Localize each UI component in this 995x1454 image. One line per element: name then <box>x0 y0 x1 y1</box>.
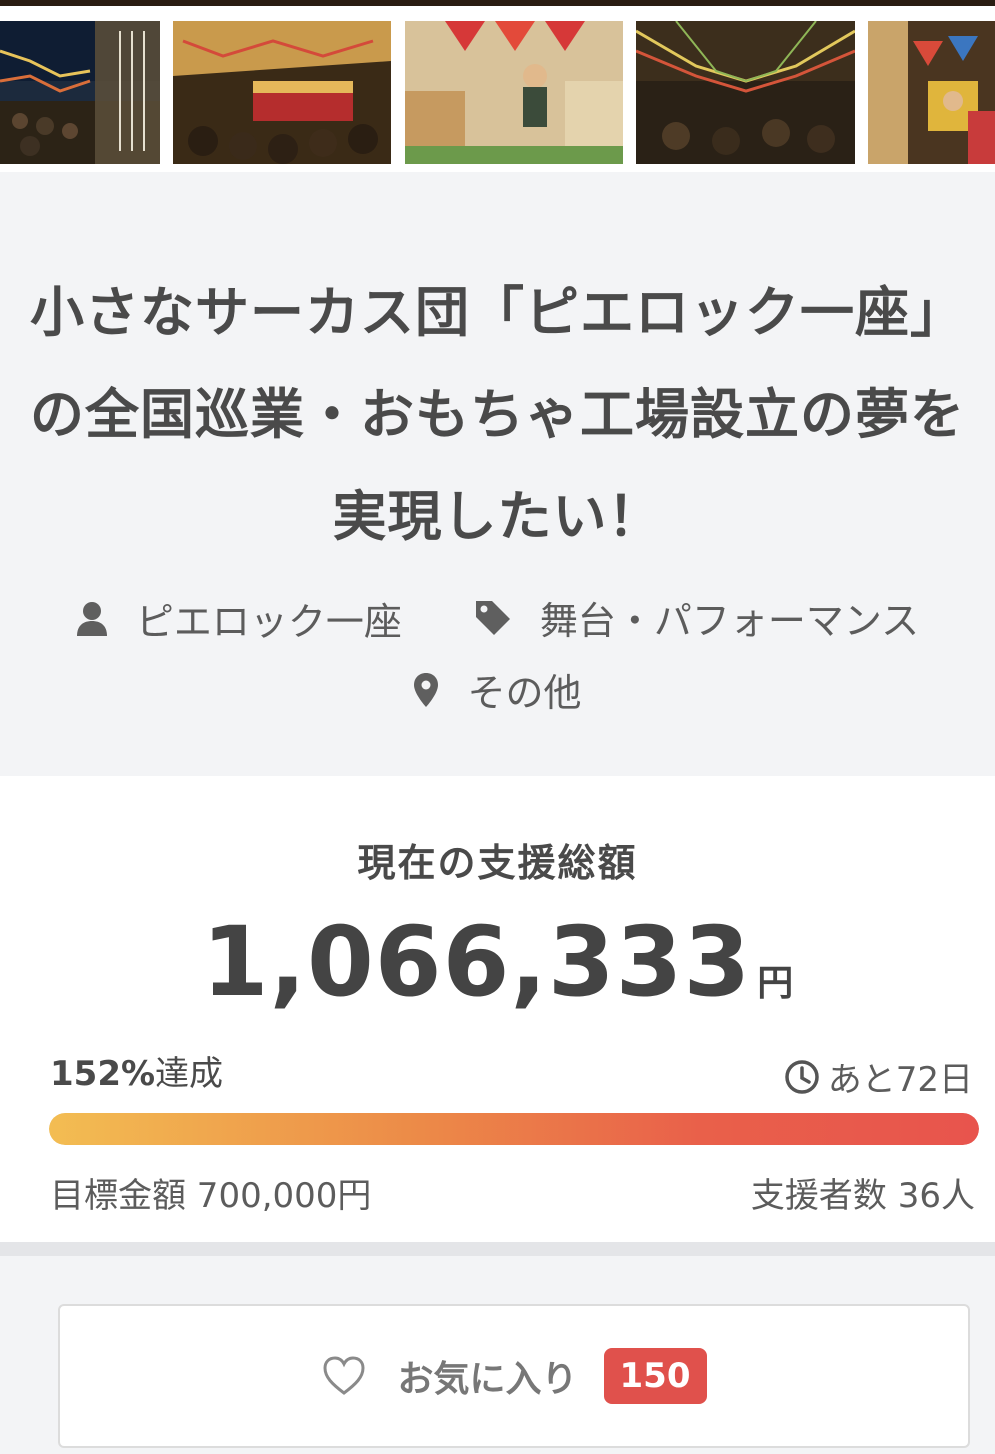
thumbnail-image <box>405 21 623 164</box>
title-line-1: 小さなサーカス団「ピエロック一座」 <box>30 281 965 344</box>
achievement-percent: 152% <box>50 1054 156 1094</box>
funding-amount: 1,066,333 <box>201 906 752 1018</box>
owner-link[interactable]: ピエロック一座 <box>76 591 402 646</box>
thumbnail-image <box>173 21 391 164</box>
favorite-button[interactable]: お気に入り 150 <box>58 1304 970 1448</box>
project-location-row: その他 <box>0 662 995 717</box>
thumbnail-image <box>868 21 995 164</box>
achievement-suffix: 達成 <box>155 1054 224 1094</box>
funding-amount-unit: 円 <box>757 963 794 1004</box>
owner-name: ピエロック一座 <box>135 600 402 644</box>
thumbnail-5[interactable] <box>868 21 995 164</box>
user-icon <box>76 601 107 636</box>
thumbnail-2[interactable] <box>173 21 391 164</box>
category-link[interactable]: 舞台・パフォーマンス <box>474 590 919 645</box>
goal-amount: 目標金額 700,000円 <box>50 1176 372 1216</box>
achievement-rate: 152%達成 <box>50 1046 223 1095</box>
location-name: その他 <box>467 671 582 715</box>
time-remaining: あと72日 <box>784 1052 973 1101</box>
project-title: 小さなサーカス団「ピエロック一座」 の全国巡業・おもちゃ工場設立の夢を 実現した… <box>0 262 995 568</box>
progress-bar-fill <box>49 1113 979 1145</box>
actions-section: お気に入り 150 <box>0 1256 995 1454</box>
favorite-label: お気に入り <box>397 1359 578 1400</box>
map-pin-icon <box>414 672 439 707</box>
category-name: 舞台・パフォーマンス <box>539 599 920 643</box>
progress-bar <box>49 1113 979 1145</box>
title-line-2: の全国巡業・おもちゃ工場設立の夢を <box>30 383 965 446</box>
clock-icon <box>784 1059 819 1094</box>
project-header: 小さなサーカス団「ピエロック一座」 の全国巡業・おもちゃ工場設立の夢を 実現した… <box>0 172 995 776</box>
project-meta-row: ピエロック一座 舞台・パフォーマンス <box>0 590 995 646</box>
funding-card: 現在の支援総額 1,066,333 円 152%達成 あと72日 目標金額 700… <box>0 776 995 1242</box>
thumbnail-1[interactable] <box>0 21 160 164</box>
gallery-thumbnails <box>0 6 995 172</box>
thumbnail-4[interactable] <box>636 21 855 164</box>
heart-icon <box>322 1356 365 1395</box>
funding-label: 現在の支援総額 <box>357 841 638 885</box>
thumbnail-image <box>0 21 160 164</box>
thumbnail-3[interactable] <box>405 21 623 164</box>
time-remaining-text: あと72日 <box>827 1060 973 1100</box>
backer-count: 支援者数 36人 <box>750 1176 975 1216</box>
favorite-count-badge: 150 <box>603 1348 707 1404</box>
location-link[interactable]: その他 <box>413 662 582 717</box>
thumbnail-image <box>636 21 855 164</box>
title-line-3: 実現したい！ <box>332 485 663 548</box>
funding-amount-row: 1,066,333 円 <box>0 906 995 1018</box>
section-divider <box>0 1242 995 1256</box>
tag-icon <box>475 600 510 635</box>
project-page: 小さなサーカス団「ピエロック一座」 の全国巡業・おもちゃ工場設立の夢を 実現した… <box>0 0 995 1454</box>
